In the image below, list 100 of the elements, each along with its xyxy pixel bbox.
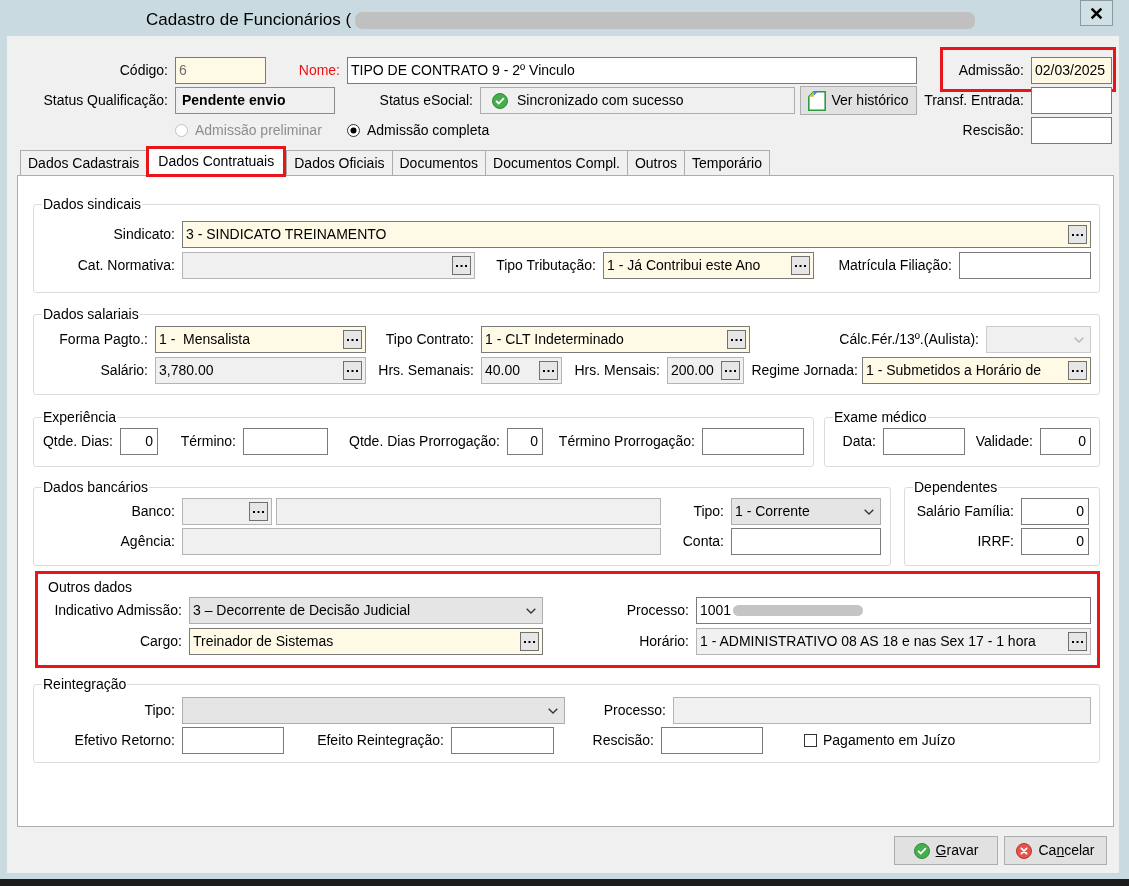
lookup-button[interactable]	[539, 361, 558, 380]
ellipsis-icon	[347, 369, 358, 372]
check-circle-icon	[913, 842, 930, 859]
ellipsis-icon	[524, 640, 535, 643]
lookup-button[interactable]	[249, 502, 268, 521]
text-field[interactable]	[883, 428, 965, 455]
field-label: Status Qualificação:	[42, 92, 168, 109]
lookup-field[interactable]: 1 - Submetidos a Horário de	[862, 357, 1091, 384]
field-label: Qtde. Dias:	[41, 433, 113, 450]
chevron-down-icon	[526, 607, 536, 614]
field-label: Agência:	[119, 533, 175, 550]
lookup-field[interactable]: 3 - SINDICATO TREINAMENTO	[182, 221, 1091, 248]
ellipsis-icon	[731, 338, 742, 341]
group-title: Dados sindicais	[42, 196, 143, 212]
number-field[interactable]: 0	[1040, 428, 1091, 455]
text-field[interactable]	[959, 252, 1091, 279]
field-label: Processo:	[625, 602, 689, 619]
chevron-down-icon	[1074, 336, 1084, 343]
group-title: Reintegração	[42, 676, 128, 692]
text-field[interactable]	[731, 528, 881, 555]
field-label: Validade:	[974, 433, 1033, 450]
field-label: Data:	[841, 433, 876, 450]
group-title: Outros dados	[47, 579, 134, 595]
lookup-button[interactable]	[520, 632, 539, 651]
ellipsis-icon	[456, 264, 467, 267]
field-label: Tipo Contrato:	[384, 331, 474, 348]
lookup-field[interactable]: Treinador de Sistemas	[189, 628, 543, 655]
field-label: Conta:	[681, 533, 724, 550]
ellipsis-icon	[253, 510, 264, 513]
tab[interactable]: Temporário	[683, 150, 770, 175]
lookup-field[interactable]: 1 - Já Contribui este Ano	[603, 252, 814, 279]
field-label: Transf. Entrada:	[923, 92, 1024, 109]
number-field[interactable]: 0	[507, 428, 543, 455]
lookup-field[interactable]	[182, 252, 475, 279]
text-field[interactable]: 1001	[696, 597, 1091, 624]
field-label: Indicativo Admissão:	[53, 602, 182, 619]
text-field[interactable]	[673, 697, 1091, 724]
field-label: Código:	[118, 62, 168, 79]
field-label: Tipo Tributação:	[495, 257, 596, 274]
cancel-icon	[1016, 842, 1033, 859]
group-title: Experiência	[42, 409, 118, 425]
field-label: Tipo:	[692, 503, 724, 520]
text-field[interactable]	[243, 428, 328, 455]
text-field[interactable]	[1031, 117, 1112, 144]
field-label: Nome:	[297, 62, 340, 79]
field-label: Hrs. Semanais:	[377, 362, 474, 379]
close-button[interactable]	[1080, 0, 1113, 26]
text-field[interactable]: 02/03/2025	[1031, 57, 1112, 84]
number-field[interactable]: 0	[120, 428, 158, 455]
field-label: Salário:	[99, 362, 148, 379]
ellipsis-icon	[1072, 369, 1083, 372]
lookup-button[interactable]	[1068, 632, 1087, 651]
ellipsis-icon	[347, 338, 358, 341]
radio-button[interactable]: Admissão completa	[347, 122, 490, 139]
lookup-field[interactable]: 3,780.00	[155, 357, 366, 384]
lookup-field[interactable]: 200.00	[667, 357, 744, 384]
cancel-button[interactable]: Cancelar	[1004, 836, 1107, 865]
history-button[interactable]: Ver histórico	[800, 86, 917, 115]
field-label: Status eSocial:	[378, 92, 473, 109]
lookup-button[interactable]	[452, 256, 471, 275]
lookup-field[interactable]: 1 - CLT Indeterminado	[481, 326, 750, 353]
text-field[interactable]	[1031, 87, 1112, 114]
lookup-button[interactable]	[343, 361, 362, 380]
lookup-button[interactable]	[1068, 225, 1087, 244]
lookup-button[interactable]	[727, 330, 746, 349]
text-field[interactable]	[182, 727, 284, 754]
chevron-down-icon	[864, 508, 874, 515]
text-field[interactable]: TIPO DE CONTRATO 9 - 2º Vinculo	[347, 57, 917, 84]
text-field[interactable]	[276, 498, 661, 525]
group-title: Dados salariais	[42, 306, 140, 322]
checkbox[interactable]: Pagamento em Juízo	[804, 732, 956, 749]
group-title: Dependentes	[913, 479, 999, 495]
save-button[interactable]: Gravar	[894, 836, 998, 865]
text-field[interactable]	[661, 727, 763, 754]
number-field[interactable]: 0	[1021, 498, 1089, 525]
lookup-field[interactable]: 1 - Mensalista	[155, 326, 366, 353]
status-text: Sincronizado com sucesso	[517, 92, 684, 109]
lookup-field[interactable]	[182, 498, 272, 525]
group-title: Exame médico	[833, 409, 928, 425]
lookup-field[interactable]: 40.00	[481, 357, 562, 384]
lookup-button[interactable]	[721, 361, 740, 380]
field-label: Sindicato:	[112, 226, 175, 243]
field-label: Qtde. Dias Prorrogação:	[348, 433, 500, 450]
lookup-field[interactable]: 1 - ADMINISTRATIVO 08 AS 18 e nas Sex 17 - 1 hora	[696, 628, 1091, 655]
text-field[interactable]	[451, 727, 554, 754]
tab[interactable]: Dados Oficiais	[286, 150, 393, 175]
lookup-button[interactable]	[1068, 361, 1087, 380]
text-field[interactable]	[702, 428, 804, 455]
ellipsis-icon	[543, 369, 554, 372]
dropdown[interactable]: 3 – Decorrente de Decisão Judicial	[189, 597, 543, 624]
tab[interactable]: Dados Cadastrais	[20, 150, 148, 175]
dropdown[interactable]: 1 - Corrente	[731, 498, 881, 525]
text-field[interactable]	[182, 528, 661, 555]
lookup-button[interactable]	[343, 330, 362, 349]
ellipsis-icon	[1072, 640, 1083, 643]
number-field[interactable]: 0	[1021, 528, 1089, 555]
lookup-button[interactable]	[791, 256, 810, 275]
tab[interactable]: Dados Contratuais	[146, 146, 287, 177]
field-label: Forma Pagto.:	[58, 331, 148, 348]
field-label: Rescisão:	[591, 732, 654, 749]
